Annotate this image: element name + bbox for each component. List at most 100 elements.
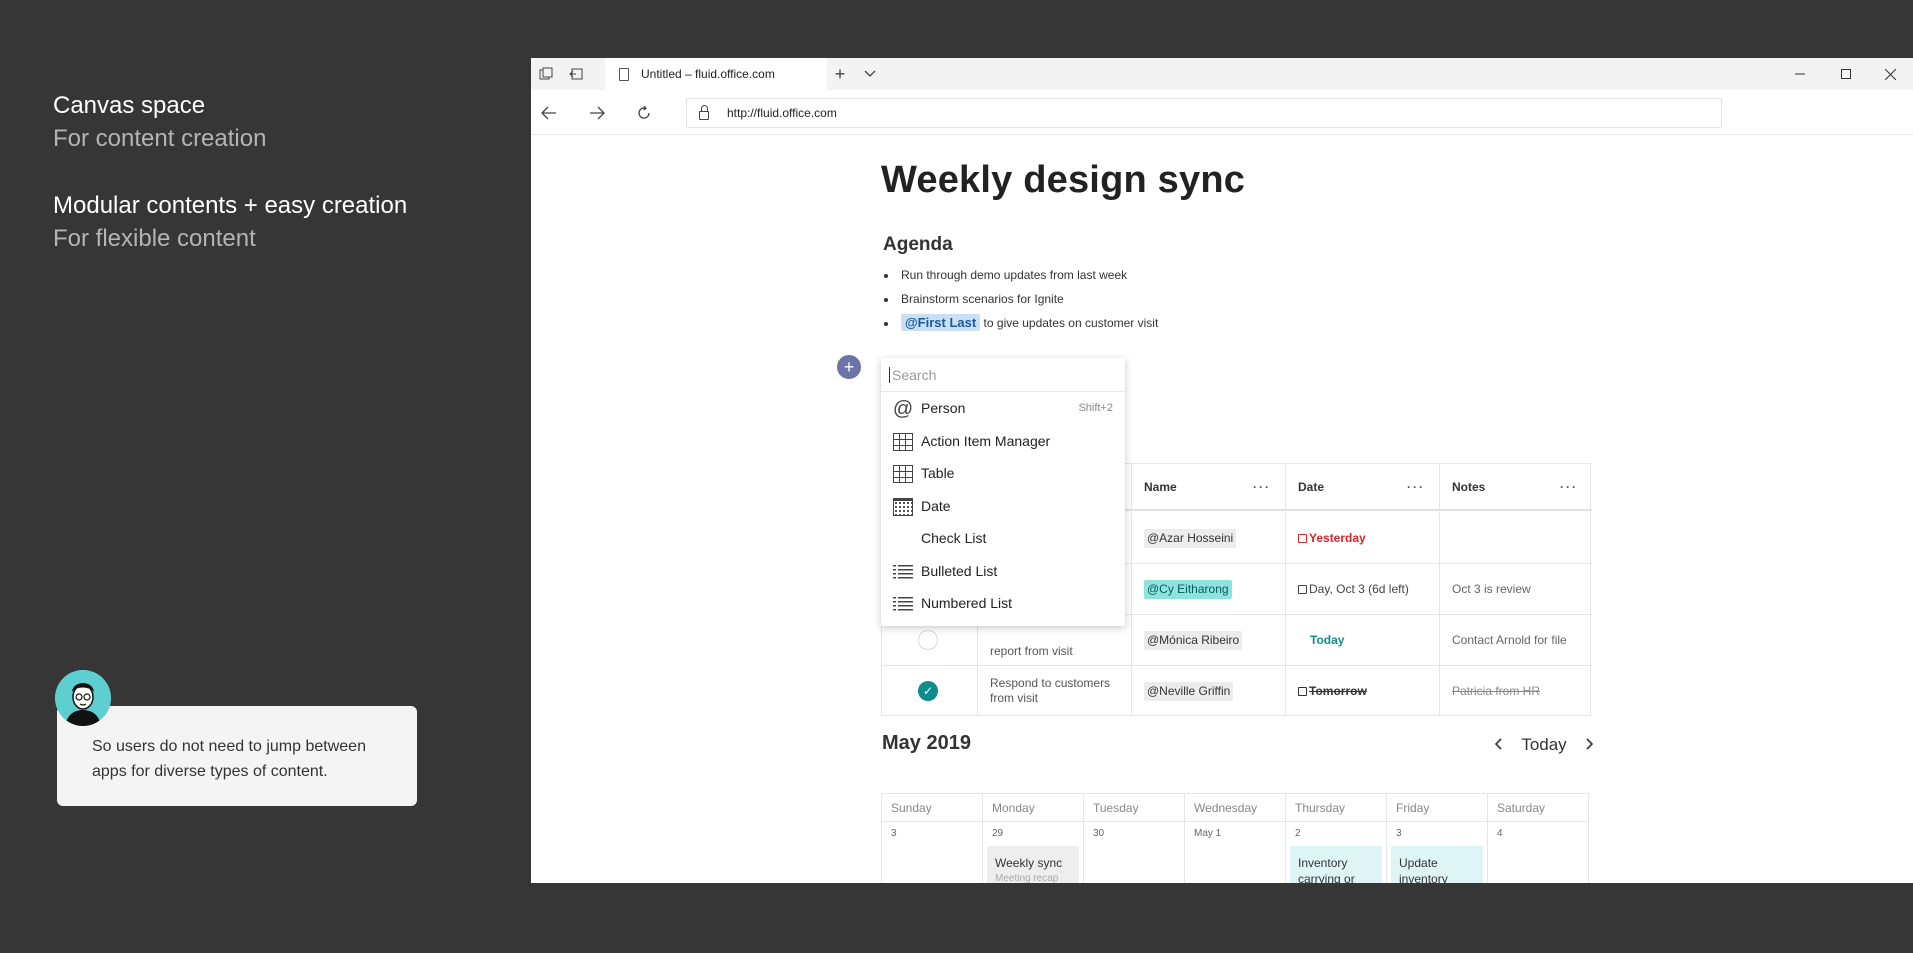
back-arrow-icon[interactable] — [533, 97, 565, 129]
calendar-date: 3 — [891, 828, 897, 839]
table-cell-name[interactable]: @Azar Hosseini — [1132, 513, 1286, 564]
menu-item-label: Date — [921, 497, 951, 514]
person-chip[interactable]: @Mónica Ribeiro — [1144, 630, 1243, 650]
menu-item-label: Bulleted List — [921, 562, 998, 579]
table-row-check[interactable]: ✓ — [882, 666, 978, 716]
calendar-date: 3 — [1396, 828, 1402, 839]
calendar-day-sunday[interactable]: Sunday 3 — [882, 794, 983, 883]
checkmark-icon[interactable]: ✓ — [918, 681, 938, 701]
person-chip[interactable]: @Azar Hosseini — [1144, 528, 1237, 548]
table-cell-date[interactable]: Yesterday — [1286, 513, 1440, 564]
menu-item-check-list[interactable]: Check List — [881, 522, 1125, 555]
nav-bar: http://fluid.office.com — [531, 90, 1913, 135]
menu-item-label: Table — [921, 465, 955, 482]
close-icon[interactable] — [1867, 58, 1913, 90]
minimize-icon[interactable] — [1777, 58, 1823, 90]
notes-text: Contact Arnold for file — [1452, 632, 1567, 647]
calendar-day-monday[interactable]: Monday 29 Weekly sync Meeting recap — [983, 794, 1084, 883]
event-subtitle: Meeting recap — [995, 873, 1059, 883]
menu-item-label: Check List — [921, 530, 987, 547]
address-bar[interactable]: http://fluid.office.com — [686, 98, 1722, 128]
refresh-icon[interactable] — [628, 97, 660, 129]
list-item: Brainstorm scenarios for Ignite — [884, 287, 1158, 311]
calendar-day-thursday[interactable]: Thursday 2 Inventory carrying or — [1286, 794, 1387, 883]
calendar-event[interactable]: Weekly sync Meeting recap — [987, 846, 1079, 883]
more-options-icon[interactable]: ··· — [1407, 464, 1425, 511]
table-cell-name[interactable]: @Neville Griffin — [1132, 666, 1286, 716]
calendar-icon — [1298, 686, 1307, 696]
table-header-date[interactable]: Date ··· — [1286, 464, 1440, 511]
search-input[interactable]: Search — [881, 358, 1125, 392]
tab-actions-icon[interactable] — [531, 58, 561, 90]
calendar-day-tuesday[interactable]: Tuesday 30 — [1084, 794, 1185, 883]
numbered-list-icon — [893, 594, 913, 614]
address-url: http://fluid.office.com — [727, 106, 837, 120]
caption-sub: For flexible content — [53, 225, 256, 252]
table-cell-date[interactable]: Tomorrow — [1286, 666, 1440, 716]
calendar-day-wednesday[interactable]: Wednesday May 1 — [1185, 794, 1286, 883]
calendar-day-friday[interactable]: Friday 3 Update inventory — [1387, 794, 1488, 883]
calendar-nav: Today — [1494, 733, 1594, 757]
event-title: Inventory carrying or — [1298, 856, 1355, 883]
table-cell-notes[interactable]: Oct 3 is review — [1440, 564, 1592, 615]
new-tab-icon[interactable]: + — [825, 58, 855, 90]
calendar-event[interactable]: Update inventory — [1391, 846, 1483, 883]
table-header-name[interactable]: Name ··· — [1132, 464, 1286, 511]
calendar-date: 29 — [992, 828, 1004, 839]
calendar-day-saturday[interactable]: Saturday 4 — [1488, 794, 1589, 883]
table-cell-date[interactable]: Today — [1286, 615, 1440, 666]
lock-icon — [699, 104, 709, 120]
calendar-dayname: Friday — [1387, 794, 1487, 822]
table-cell-notes[interactable]: Contact Arnold for file — [1440, 615, 1592, 666]
list-item: Run through demo updates from last week — [884, 263, 1158, 287]
tab-untitled[interactable]: Untitled – fluid.office.com — [605, 58, 827, 90]
table-cell-notes[interactable] — [1440, 513, 1592, 564]
menu-item-table[interactable]: Table — [881, 457, 1125, 490]
menu-item-date[interactable]: Date — [881, 490, 1125, 523]
menu-item-bulleted-list[interactable]: Bulleted List — [881, 555, 1125, 588]
set-aside-tabs-icon[interactable] — [561, 58, 591, 90]
mention-chip[interactable]: @First Last — [901, 314, 981, 331]
chevron-right-icon[interactable] — [1586, 735, 1594, 755]
table-cell-notes[interactable]: Patricia from HR — [1440, 666, 1592, 716]
table-cell-name[interactable]: @Mónica Ribeiro — [1132, 615, 1286, 666]
notes-text: Oct 3 is review — [1452, 581, 1531, 596]
more-options-icon[interactable]: ··· — [1253, 464, 1271, 511]
calendar-dayname: Monday — [983, 794, 1083, 822]
calendar-dayname: Tuesday — [1084, 794, 1184, 822]
forward-arrow-icon[interactable] — [581, 97, 613, 129]
date-value: Tomorrow — [1309, 683, 1367, 698]
document-icon — [619, 67, 629, 81]
unchecked-circle-icon[interactable] — [918, 630, 938, 650]
calendar-date: May 1 — [1194, 828, 1222, 839]
comment-card: So users do not need to jump between app… — [57, 706, 417, 806]
table-cell-name[interactable]: @Cy Eitharong — [1132, 564, 1286, 615]
calendar-dayname: Sunday — [882, 794, 982, 822]
menu-item-label: Numbered List — [921, 595, 1013, 612]
event-title: Weekly sync — [995, 856, 1063, 870]
grid-icon — [893, 432, 913, 452]
search-placeholder: Search — [892, 366, 937, 383]
caption-modular: Modular contents + easy creation For fle… — [53, 190, 407, 256]
calendar-event[interactable]: Inventory carrying or — [1290, 846, 1382, 883]
avatar-illustration-icon — [55, 670, 111, 726]
table-header-label: Notes — [1452, 480, 1486, 494]
menu-item-action-item-manager[interactable]: Action Item Manager — [881, 425, 1125, 458]
chevron-left-icon[interactable] — [1494, 735, 1502, 755]
more-options-icon[interactable]: ··· — [1560, 464, 1578, 511]
person-chip[interactable]: @Cy Eitharong — [1144, 579, 1232, 599]
insert-menu: Search @ Person Shift+2 Action Item Mana… — [881, 358, 1125, 626]
chevron-down-icon[interactable] — [855, 58, 885, 90]
calendar-grid: Sunday 3 Monday 29 Weekly sync Meeting r… — [881, 793, 1589, 883]
table-cell-date[interactable]: Day, Oct 3 (6d left) — [1286, 564, 1440, 615]
table-header-notes[interactable]: Notes ··· — [1440, 464, 1592, 511]
table-row-task[interactable]: Respond to customers from visit — [978, 666, 1132, 716]
caption-heading: Canvas space — [53, 92, 206, 119]
browser-window: Untitled – fluid.office.com + http://flu… — [531, 58, 1913, 883]
today-button[interactable]: Today — [1521, 735, 1566, 755]
insert-component-button[interactable]: + — [837, 355, 861, 379]
menu-item-person[interactable]: @ Person Shift+2 — [881, 392, 1125, 425]
person-chip[interactable]: @Neville Griffin — [1144, 681, 1234, 701]
maximize-icon[interactable] — [1823, 58, 1869, 90]
menu-item-numbered-list[interactable]: Numbered List — [881, 587, 1125, 620]
